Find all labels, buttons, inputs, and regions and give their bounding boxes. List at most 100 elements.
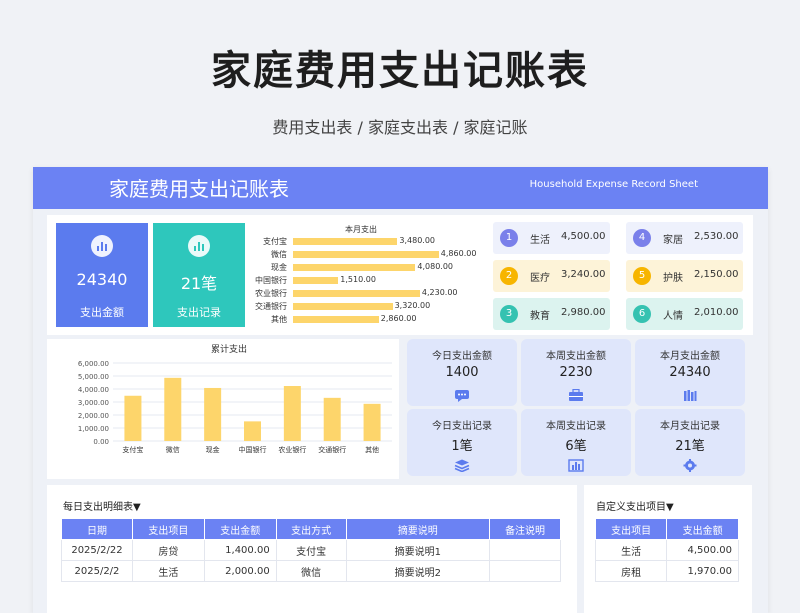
stat-value: 21笔 xyxy=(675,439,705,454)
chart-bar xyxy=(283,386,301,441)
column-header[interactable]: 日期 xyxy=(61,518,133,540)
stat-title: 本月支出记录 xyxy=(660,421,720,432)
column-header[interactable]: 支出金额 xyxy=(666,518,739,540)
stat-card: 今日支出记录 1笔 xyxy=(407,409,517,476)
category-amount: 2,010.00 xyxy=(694,307,739,318)
daily-expense-table: 日期 支出项目 支出金额 支出方式 摘要说明 备注说明 2025/2/22 房贷 1,400.0… xyxy=(61,518,561,582)
monthly-bar xyxy=(293,238,398,245)
table-cell[interactable]: 4,500.00 xyxy=(666,539,739,561)
y-tick-label: 5,000.00 xyxy=(78,373,109,381)
monthly-chart-title: 本月支出 xyxy=(345,225,377,234)
table-cell[interactable]: 1,970.00 xyxy=(666,560,739,582)
spreadsheet-preview: 家庭费用支出记账表 Household Expense Record Sheet… xyxy=(33,167,768,613)
column-header[interactable]: 摘要说明 xyxy=(345,518,491,540)
monthly-category-label: 支付宝 xyxy=(263,237,287,246)
table-row[interactable]: 房租 1,970.00 xyxy=(594,560,739,582)
table-cell[interactable]: 2,000.00 xyxy=(203,560,277,582)
stat-card: 本月支出记录 21笔 xyxy=(635,409,745,476)
stat-card: 本周支出金额 2230 xyxy=(521,339,631,406)
bar-chart-icon xyxy=(188,235,210,257)
table-cell[interactable]: 1,400.00 xyxy=(203,539,277,561)
category-card: 2 医疗 3,240.00 xyxy=(493,260,610,292)
table-cell[interactable]: 2025/2/2 xyxy=(61,560,133,582)
table-row[interactable]: 生活 4,500.00 xyxy=(594,539,739,561)
monthly-category-label: 现金 xyxy=(271,263,287,272)
kpi-value: 21笔 xyxy=(180,274,218,293)
category-card: 3 教育 2,980.00 xyxy=(493,298,610,330)
y-tick-label: 4,000.00 xyxy=(78,386,109,394)
table-cell[interactable]: 生活 xyxy=(594,539,668,561)
monthly-value-label: 3,320.00 xyxy=(394,301,431,310)
table-cell[interactable]: 摘要说明1 xyxy=(345,539,491,561)
stat-title: 本月支出金额 xyxy=(660,351,720,362)
y-tick-label: 6,000.00 xyxy=(78,360,109,368)
stat-card: 今日支出金额 1400 xyxy=(407,339,517,406)
category-number-badge: 2 xyxy=(500,267,518,285)
x-tick-label: 其他 xyxy=(365,445,379,454)
y-tick-label: 2,000.00 xyxy=(78,412,109,420)
column-header[interactable]: 支出方式 xyxy=(275,518,347,540)
table-cell[interactable]: 支付宝 xyxy=(275,539,347,561)
chart-bar xyxy=(244,421,261,441)
table-cell[interactable]: 摘要说明2 xyxy=(345,560,491,582)
category-card: 4 家居 2,530.00 xyxy=(626,222,743,254)
monthly-bar xyxy=(293,264,416,271)
kpi-value: 24340 xyxy=(76,270,128,289)
stat-value: 2230 xyxy=(559,365,593,380)
monthly-bar xyxy=(293,316,379,323)
sheet-title-en: Household Expense Record Sheet xyxy=(529,179,698,190)
monthly-category-label: 微信 xyxy=(271,250,287,259)
column-header[interactable]: 支出金额 xyxy=(203,518,277,540)
column-header[interactable]: 支出项目 xyxy=(594,518,668,540)
column-header[interactable]: 备注说明 xyxy=(489,518,561,540)
stat-card: 本月支出金额 24340 xyxy=(635,339,745,406)
custom-table-title[interactable]: 自定义支出项目▼ xyxy=(596,498,674,513)
table-cell[interactable] xyxy=(489,539,561,561)
monthly-value-label: 4,860.00 xyxy=(440,249,477,258)
chart-bar xyxy=(204,387,222,441)
stat-value: 1笔 xyxy=(451,439,473,454)
stat-title: 今日支出金额 xyxy=(432,351,492,362)
category-name: 护肤 xyxy=(663,273,683,284)
x-tick-label: 微信 xyxy=(166,445,180,454)
table-cell[interactable] xyxy=(489,560,561,582)
page-subtitle: 费用支出表 / 家庭支出表 / 家庭记账 xyxy=(272,118,528,137)
stack-icon xyxy=(454,457,470,473)
books-icon xyxy=(682,387,698,401)
table-cell[interactable]: 生活 xyxy=(131,560,205,582)
daily-table-title[interactable]: 每日支出明细表▼ xyxy=(63,498,141,513)
table-cell[interactable]: 房贷 xyxy=(131,539,205,561)
category-name: 人情 xyxy=(663,311,683,322)
monthly-value-label: 2,860.00 xyxy=(380,314,417,323)
table-row[interactable]: 2025/2/22 房贷 1,400.00 支付宝 摘要说明1 xyxy=(61,539,561,561)
monthly-value-label: 3,480.00 xyxy=(399,236,436,245)
y-tick-label: 0.00 xyxy=(93,438,109,446)
x-tick-label: 现金 xyxy=(206,445,220,454)
x-tick-label: 交通银行 xyxy=(318,445,346,454)
gear-icon xyxy=(682,457,698,472)
sheet-title: 家庭费用支出记账表 xyxy=(109,177,289,201)
category-number-badge: 6 xyxy=(633,305,651,323)
chat-icon xyxy=(454,387,470,402)
table-cell[interactable]: 2025/2/22 xyxy=(61,539,133,561)
category-card: 1 生活 4,500.00 xyxy=(493,222,610,254)
column-header[interactable]: 支出项目 xyxy=(131,518,205,540)
table-header-row: 日期 支出项目 支出金额 支出方式 摘要说明 备注说明 xyxy=(61,518,561,540)
monthly-category-label: 其他 xyxy=(271,315,287,324)
kpi-record-count: 21笔 支出记录 xyxy=(153,223,245,327)
category-name: 生活 xyxy=(530,235,550,246)
category-number-badge: 4 xyxy=(633,229,651,247)
monthly-bar xyxy=(293,251,439,258)
table-cell[interactable]: 微信 xyxy=(275,560,347,582)
table-cell[interactable]: 房租 xyxy=(594,560,668,582)
category-number-badge: 1 xyxy=(500,229,518,247)
x-tick-label: 农业银行 xyxy=(278,445,306,454)
x-tick-label: 中国银行 xyxy=(239,445,267,454)
monthly-bar xyxy=(293,277,339,284)
table-row[interactable]: 2025/2/2 生活 2,000.00 微信 摘要说明2 xyxy=(61,560,561,582)
category-amount: 4,500.00 xyxy=(561,231,606,242)
monthly-value-label: 4,230.00 xyxy=(421,288,458,297)
category-name: 家居 xyxy=(663,235,683,246)
monthly-bar xyxy=(293,303,393,310)
monthly-value-label: 4,080.00 xyxy=(417,262,454,271)
